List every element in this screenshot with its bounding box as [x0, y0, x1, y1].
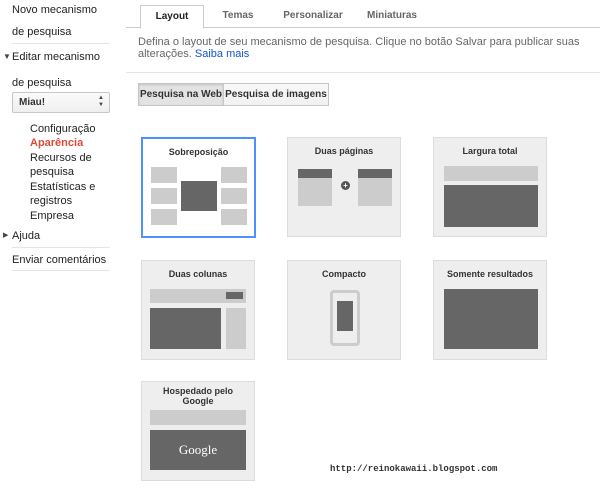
- image-search-toggle[interactable]: Pesquisa de imagens: [223, 83, 329, 106]
- engine-select[interactable]: Miau! ▲ ▼: [12, 92, 110, 113]
- layout-card-two-pages[interactable]: Duas páginas +: [287, 137, 401, 237]
- layout-description: Defina o layout de seu mecanismo de pesq…: [138, 36, 580, 60]
- layout-preview-block: Google: [150, 430, 246, 470]
- layout-preview-block: [151, 209, 177, 225]
- layout-preview-block: [358, 169, 392, 178]
- layout-preview-block: [150, 308, 221, 349]
- tab-customize[interactable]: Personalizar: [276, 5, 350, 28]
- web-search-toggle[interactable]: Pesquisa na Web: [138, 83, 224, 106]
- layout-preview-block: [444, 185, 538, 227]
- layout-preview-block: [181, 181, 217, 211]
- card-title: Hospedado pelo Google: [162, 386, 233, 406]
- layout-preview-block: [298, 169, 332, 178]
- card-title: Compacto: [321, 269, 366, 279]
- card-title: Duas páginas: [314, 146, 374, 156]
- layout-preview-block: [150, 410, 246, 425]
- sidebar-divider: [12, 270, 110, 271]
- tab-thumbnails[interactable]: Miniaturas: [360, 5, 424, 28]
- learn-more-link[interactable]: Saiba mais: [195, 48, 249, 60]
- layout-card-full-width[interactable]: Largura total: [433, 137, 547, 237]
- sidebar-sub-config[interactable]: Configuração: [30, 122, 95, 136]
- card-title: Largura total: [462, 146, 518, 156]
- select-arrows-icon: ▲ ▼: [98, 95, 104, 108]
- layout-preview-block: [358, 178, 392, 206]
- layout-preview-block: [226, 308, 246, 349]
- sidebar: Novo mecanismo de pesquisa ▼ Editar meca…: [0, 0, 112, 494]
- layout-preview-block: [221, 209, 247, 225]
- tab-themes[interactable]: Temas: [212, 5, 264, 28]
- sidebar-item-new-engine[interactable]: Novo mecanismo de pesquisa: [12, 3, 112, 43]
- card-title: Duas colunas: [168, 269, 228, 279]
- layout-preview-block: [298, 178, 332, 206]
- sidebar-sub-business[interactable]: Empresa: [30, 209, 74, 223]
- divider: [126, 72, 600, 73]
- sidebar-sub-stats[interactable]: Estatísticas e registros: [30, 180, 104, 208]
- layout-preview-block: [151, 188, 177, 204]
- sidebar-item-edit-engine[interactable]: Editar mecanismo de pesquisa: [12, 50, 112, 96]
- layout-preview-block: [151, 167, 177, 183]
- layout-preview-block: [221, 188, 247, 204]
- expand-down-icon[interactable]: ▼: [3, 50, 11, 64]
- phone-icon: [330, 290, 360, 346]
- layout-card-results-only[interactable]: Somente resultados: [433, 260, 547, 360]
- tab-layout[interactable]: Layout: [140, 5, 204, 29]
- sidebar-sub-appearance[interactable]: Aparência: [30, 136, 83, 150]
- sidebar-sub-search-features[interactable]: Recursos de pesquisa: [30, 151, 102, 179]
- layout-card-google-hosted[interactable]: Hospedado pelo Google Google: [141, 381, 255, 481]
- card-title: Sobreposição: [168, 147, 229, 157]
- tab-bar: Layout Temas Personalizar Miniaturas: [126, 0, 600, 29]
- card-title: Somente resultados: [446, 269, 534, 279]
- layout-card-two-columns[interactable]: Duas colunas: [141, 260, 255, 360]
- layout-preview-block: [337, 301, 353, 331]
- layout-preview-block: [444, 166, 538, 181]
- layout-card-compact[interactable]: Compacto: [287, 260, 401, 360]
- layout-preview-block: [226, 292, 243, 299]
- layout-preview-block: [444, 289, 538, 349]
- expand-right-icon[interactable]: ▶: [3, 229, 8, 243]
- layout-card-overlay[interactable]: Sobreposição: [141, 137, 256, 238]
- watermark: http://reinokawaii.blogspot.com: [330, 464, 498, 474]
- layout-preview-block: [221, 167, 247, 183]
- sidebar-item-help[interactable]: Ajuda: [12, 229, 40, 243]
- plus-icon: +: [341, 181, 350, 190]
- sidebar-item-feedback[interactable]: Enviar comentários: [12, 253, 106, 267]
- google-logo: Google: [178, 442, 218, 457]
- sidebar-divider: [12, 247, 110, 248]
